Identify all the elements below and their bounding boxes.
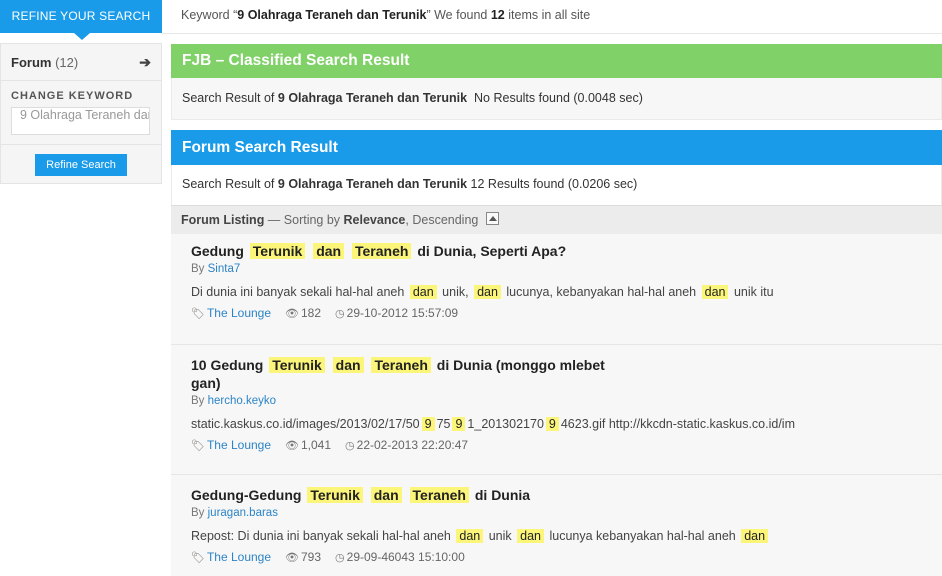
fjb-section-title: FJB – Classified Search Result [171, 44, 942, 78]
result-title[interactable]: 10 Gedung Terunik dan Teraneh di Dunia (… [191, 356, 922, 392]
post-date: 29-10-2012 15:57:09 [346, 306, 459, 320]
results-list: Gedung Terunik dan Teraneh di Dunia, Sep… [171, 234, 942, 576]
result-meta: 🏷 The Lounge 👁 793 ◷ 29-09-46043 15:10:00 [191, 550, 922, 564]
result-title[interactable]: Gedung-Gedung Terunik dan Teraneh di Dun… [191, 486, 922, 504]
category-link[interactable]: The Lounge [207, 306, 271, 320]
clock-icon: ◷ [335, 308, 345, 320]
tag-icon: 🏷 [191, 308, 205, 320]
result-author: By hercho.keyko [191, 395, 277, 407]
sort-toggle-icon[interactable] [486, 212, 500, 226]
result-snippet: static.kaskus.co.id/images/2013/02/17/50… [191, 417, 795, 431]
forum-keyword: 9 Olahraga Teraneh dan Terunik [277, 177, 468, 191]
forum-filter-count: (12) [55, 54, 79, 70]
divider [162, 33, 942, 34]
sidebar: Forum (12) ➔ CHANGE KEYWORD 9 Olahraga T… [0, 43, 162, 184]
list-item: Gedung Terunik dan Teraneh di Dunia, Sep… [171, 234, 942, 345]
post-date: 22-02-2013 22:20:47 [356, 438, 469, 452]
keyword-summary: Keyword “9 Olahraga Teraneh dan Terunik”… [181, 8, 591, 22]
result-author: By juragan.baras [191, 507, 278, 519]
category-link[interactable]: The Lounge [207, 438, 271, 452]
result-author: By Sinta7 [191, 263, 241, 275]
fjb-keyword: 9 Olahraga Teraneh dan Terunik [277, 91, 468, 105]
forum-filter[interactable]: Forum (12) ➔ [1, 44, 161, 81]
forum-listing-bar: Forum Listing — Sorting by Relevance, De… [171, 205, 942, 234]
result-meta: 🏷 The Lounge 👁 1,041 ◷ 22-02-2013 22:20:47 [191, 438, 922, 452]
eye-icon: 👁 [285, 552, 299, 564]
result-meta: 🏷 The Lounge 👁 182 ◷ 29-10-2012 15:57:09 [191, 306, 922, 320]
change-keyword-block: CHANGE KEYWORD 9 Olahraga Teraneh dan Te… [1, 81, 161, 145]
post-date: 29-09-46043 15:10:00 [346, 550, 465, 564]
sort-field: Relevance [343, 213, 406, 227]
clock-icon: ◷ [345, 440, 355, 452]
refine-search-tab[interactable]: REFINE YOUR SEARCH [0, 0, 162, 40]
tag-icon: 🏷 [191, 440, 205, 452]
fjb-result-summary: Search Result of 9 Olahraga Teraneh dan … [171, 78, 942, 120]
author-link[interactable]: Sinta7 [208, 263, 241, 275]
views-count: 182 [301, 306, 322, 320]
category-link[interactable]: The Lounge [207, 550, 271, 564]
forum-section-title: Forum Search Result [171, 130, 942, 165]
listing-label: Forum Listing [181, 213, 265, 227]
forum-result-summary: Search Result of 9 Olahraga Teraneh dan … [171, 165, 942, 205]
views-count: 1,041 [301, 438, 332, 452]
views-count: 793 [301, 550, 322, 564]
author-link[interactable]: juragan.baras [208, 507, 278, 519]
result-snippet: Repost: Di dunia ini banyak sekali hal-h… [191, 529, 922, 543]
author-link[interactable]: hercho.keyko [208, 395, 276, 407]
eye-icon: 👁 [285, 440, 299, 452]
keyword-text: 9 Olahraga Teraneh dan Terunik [237, 8, 427, 22]
forum-filter-label: Forum [11, 54, 52, 70]
result-title[interactable]: Gedung Terunik dan Teraneh di Dunia, Sep… [191, 242, 922, 260]
list-item: Gedung-Gedung Terunik dan Teraneh di Dun… [171, 475, 942, 576]
refine-search-button[interactable]: Refine Search [35, 154, 127, 176]
arrow-right-icon[interactable]: ➔ [139, 54, 151, 71]
eye-icon: 👁 [285, 308, 299, 320]
tag-icon: 🏷 [191, 552, 205, 564]
items-count: 12 [490, 8, 505, 22]
list-item: 10 Gedung Terunik dan Teraneh di Dunia (… [171, 345, 942, 475]
result-snippet: Di dunia ini banyak sekali hal-hal aneh … [191, 285, 774, 299]
clock-icon: ◷ [335, 552, 345, 564]
keyword-input[interactable]: 9 Olahraga Teraneh dan Terunik [11, 107, 150, 135]
change-keyword-label: CHANGE KEYWORD [11, 90, 134, 102]
